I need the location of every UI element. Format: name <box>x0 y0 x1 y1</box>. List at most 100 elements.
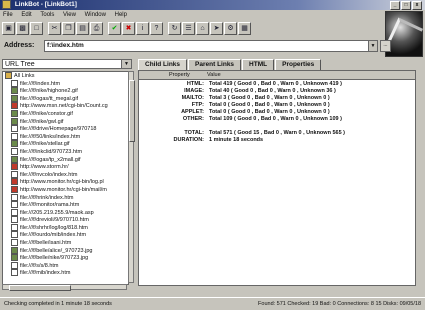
chevron-down-icon[interactable]: ▼ <box>121 60 131 68</box>
help-icon[interactable]: ? <box>150 21 163 35</box>
tree-item[interactable]: file:///f/nike/stellar.gif <box>3 140 128 148</box>
tree-item[interactable]: file:///f/nike/gwl.gif <box>3 117 128 126</box>
menu-tools[interactable]: Tools <box>40 12 54 18</box>
tree-item[interactable]: http://www.monitor.hr/cgi-bin/mail/m <box>3 185 128 194</box>
address-label: Address: <box>4 42 35 49</box>
doc-icon <box>11 193 18 201</box>
tree-item[interactable]: http://www.monitor.hr/cgi-bin/log.pl <box>3 178 128 186</box>
tab-strip: Child Links Parent Links HTML Properties <box>138 59 322 71</box>
tab-parent-links[interactable]: Parent Links <box>188 59 242 70</box>
table-row[interactable]: APPLET: Total 0 ( Good 0 , Bad 0 , Warn 0… <box>139 109 415 116</box>
tree-item[interactable]: file:///f/50/links/index.htm <box>3 132 128 141</box>
column-header-value[interactable]: Value <box>207 71 221 79</box>
tree-item-label: http://www.monitor.hr/cgi-bin/mail/m <box>20 186 107 193</box>
address-browse-button[interactable]: ... <box>380 40 391 52</box>
report-icon[interactable]: ▦ <box>238 21 251 35</box>
img-icon <box>11 155 18 163</box>
tree-item-label: file:///f/s/s/8.htm <box>20 262 59 269</box>
status-message: Checking completed in 1 minute 18 second… <box>4 301 112 307</box>
doc-icon <box>11 132 18 140</box>
home-icon[interactable]: ⌂ <box>196 21 209 35</box>
settings-icon[interactable]: ⚙ <box>224 21 237 35</box>
maximize-button[interactable]: □ <box>401 1 411 10</box>
tree-item[interactable]: http://www.msn.net/cgi-bin/Count.cg <box>3 102 128 110</box>
doc-icon <box>11 261 18 269</box>
err-icon <box>11 163 18 171</box>
menu-edit[interactable]: Edit <box>21 12 31 18</box>
tree-item[interactable]: file:///f/shrhr/log/log/818.htm <box>3 223 128 232</box>
menu-view[interactable]: View <box>63 12 76 18</box>
tree-item[interactable]: file:///f/belle/nike/970723.jpg <box>3 254 128 262</box>
property-key: TOTAL: <box>184 130 204 136</box>
check-icon[interactable]: ✔ <box>108 21 121 35</box>
tree-item[interactable]: file:///f/belle/isani.htm <box>3 239 128 247</box>
tree-icon[interactable]: ☰ <box>182 21 195 35</box>
close-button[interactable]: x <box>412 1 422 10</box>
menu-help[interactable]: Help <box>115 12 127 18</box>
tree-item[interactable]: http://www.storm.hr/ <box>3 163 128 171</box>
save-icon[interactable]: ▩ <box>16 21 29 35</box>
table-row[interactable]: IMAGE: Total 40 ( Good 0 , Bad 0 , Warn 0… <box>139 88 415 95</box>
tree-item[interactable]: file:///f/nike/highone2.gif <box>3 87 128 95</box>
doc-icon <box>11 125 18 133</box>
tree-item[interactable]: file:///f/mib/index.htm <box>3 269 128 277</box>
img-icon <box>11 87 18 95</box>
tree-item[interactable]: file:///f/inkclid/970723.htm <box>3 147 128 156</box>
address-dropdown-button[interactable]: ▼ <box>368 40 378 52</box>
url-tree[interactable]: All Links file:///f/index.htm file:///f/ni… <box>2 71 129 285</box>
print-icon[interactable]: ⎙ <box>90 21 103 35</box>
stop-icon[interactable]: ✖ <box>122 21 135 35</box>
menu-file[interactable]: File <box>3 12 13 18</box>
tree-item-label: file:///f/nvcolo/index.htm <box>20 171 78 178</box>
tree-item[interactable]: file:///f/ogas/tp_x2mall.gif <box>3 155 128 164</box>
toolbar: ▣ ▩ □ ✂ ❐ ▤ ⎙ ✔ ✖ i ? ↻ ☰ ⌂ ➤ ⚙ ▦ <box>2 21 342 35</box>
tab-html[interactable]: HTML <box>242 59 275 70</box>
tree-item[interactable]: file:///f/hrink/index.htm <box>3 193 128 202</box>
address-input[interactable]: f:\index.htm <box>44 40 373 52</box>
table-row[interactable]: TOTAL: Total 571 ( Good 15 , Bad 0 , Warn… <box>139 130 415 137</box>
tree-item[interactable]: file:///f/ogas/tt_megal.gif <box>3 94 128 103</box>
tree-vertical-scrollbar[interactable] <box>128 71 135 283</box>
tree-item[interactable]: All Links <box>3 72 128 80</box>
table-row[interactable]: HTML: Total 419 ( Good 0 , Bad 0 , Warn 0… <box>139 81 415 88</box>
tree-item-label: http://www.monitor.hr/cgi-bin/log.pl <box>20 179 104 186</box>
new-icon[interactable]: □ <box>30 21 43 35</box>
go-icon[interactable]: ➤ <box>210 21 223 35</box>
tree-item-label: file:///f/nike/gwl.gif <box>20 118 64 125</box>
tree-item[interactable]: file:///f/monitor/rama.htm <box>3 201 128 209</box>
menu-window[interactable]: Window <box>85 12 106 18</box>
table-row[interactable]: DURATION: 1 minute 18 seconds <box>139 137 415 144</box>
column-header-property[interactable]: Property <box>169 71 190 79</box>
tree-item[interactable]: file:///f/drevioli/9/970710.htm <box>3 216 128 224</box>
table-header: Property Value <box>139 71 415 80</box>
doc-icon <box>11 269 18 277</box>
copy-icon[interactable]: ❐ <box>62 21 75 35</box>
tab-properties[interactable]: Properties <box>275 59 322 70</box>
tree-item[interactable]: file:///f/belle/alice/_970723.jpg <box>3 246 128 255</box>
tree-view-selector[interactable]: URL Tree ▼ <box>2 59 132 69</box>
tree-item[interactable]: file:///f/s/s/8.htm <box>3 261 128 270</box>
tree-item[interactable]: file:///f/index.htm <box>3 79 128 88</box>
table-row[interactable]: MAILTO: Total 3 ( Good 0 , Bad 0 , Warn 0… <box>139 95 415 102</box>
refresh-icon[interactable]: ↻ <box>168 21 181 35</box>
tree-item[interactable]: file:///f/drive/Homepage/970718 <box>3 125 128 133</box>
cut-icon[interactable]: ✂ <box>48 21 61 35</box>
menu-bar: File Edit Tools View Window Help <box>0 11 340 20</box>
tree-item[interactable]: file:///f/nvcolo/index.htm <box>3 170 128 179</box>
property-value: Total 3 ( Good 0 , Bad 0 , Warn 0 , Unkn… <box>209 95 330 101</box>
property-value: Total 109 ( Good 0 , Bad 0 , Warn 0 , Un… <box>209 116 342 122</box>
doc-icon <box>11 239 18 247</box>
tree-item[interactable]: file:///205.219.255.9/maok.asp <box>3 208 128 217</box>
open-icon[interactable]: ▣ <box>2 21 15 35</box>
img-icon <box>11 140 18 148</box>
paste-icon[interactable]: ▤ <box>76 21 89 35</box>
tree-item[interactable]: file:///f/nike/constor.gif <box>3 109 128 118</box>
tree-item[interactable]: file:///f/ourdo/mib/index.htm <box>3 231 128 239</box>
tree-horizontal-scrollbar[interactable] <box>2 284 127 291</box>
table-row[interactable]: FTP: Total 0 ( Good 0 , Bad 0 , Warn 0 , … <box>139 102 415 109</box>
table-row[interactable]: OTHER: Total 109 ( Good 0 , Bad 0 , Warn … <box>139 116 415 123</box>
info-icon[interactable]: i <box>136 21 149 35</box>
property-key: APPLET: <box>181 109 204 115</box>
minimize-button[interactable]: _ <box>390 1 400 10</box>
tree-item-label: file:///f/inkclid/970723.htm <box>20 148 83 155</box>
